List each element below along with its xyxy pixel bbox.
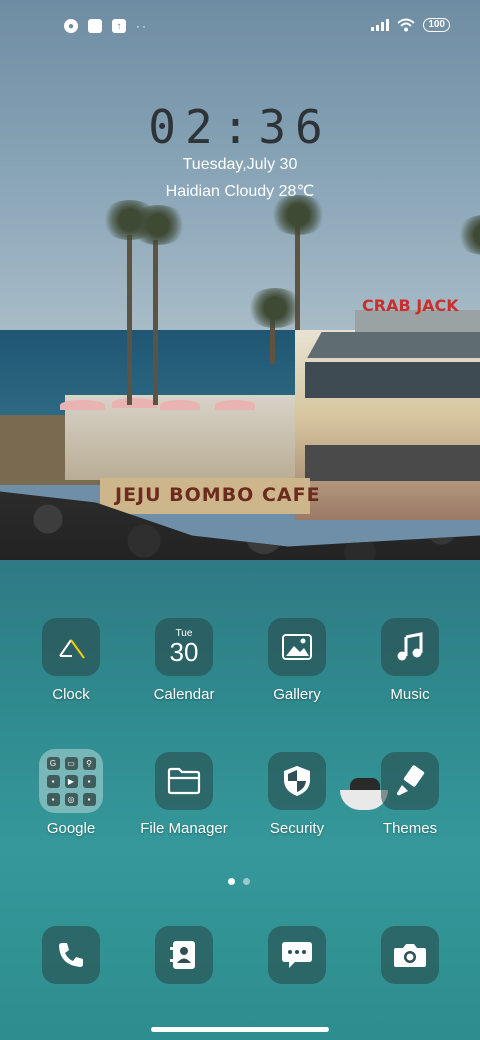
palm-frond xyxy=(268,195,328,235)
wallpaper-umbrella xyxy=(112,398,157,408)
folder-app-icon: ▪ xyxy=(46,774,60,788)
app-label: Gallery xyxy=(273,686,321,703)
folder-app-icon: ▭ xyxy=(64,756,78,770)
calendar-date: 30 xyxy=(169,637,199,667)
app-label: Clock xyxy=(52,686,90,703)
app-label: Security xyxy=(269,820,325,837)
status-system: 100 xyxy=(371,18,450,32)
dock-phone[interactable] xyxy=(16,926,126,984)
wallpaper-umbrella xyxy=(215,400,255,410)
battery-indicator: 100 xyxy=(423,18,450,32)
image-icon[interactable] xyxy=(268,618,326,676)
folder-app-icon: ◎ xyxy=(64,792,78,806)
app-themes[interactable]: Themes xyxy=(355,752,465,837)
palm-trunk xyxy=(153,240,158,405)
music-note-icon[interactable] xyxy=(381,618,439,676)
app-clock[interactable]: Clock xyxy=(16,618,126,703)
more-dots-icon: ·· xyxy=(136,19,148,33)
app-music[interactable]: Music xyxy=(355,618,465,703)
page-indicator[interactable] xyxy=(228,878,250,885)
app-file-manager[interactable]: File Manager xyxy=(129,752,239,837)
dock-contacts[interactable] xyxy=(129,926,239,984)
status-notifications: ● ↑ ·· xyxy=(64,19,148,33)
home-indicator[interactable] xyxy=(151,1027,329,1032)
folder-app-icon: ⚲ xyxy=(82,756,96,770)
paintbrush-icon[interactable] xyxy=(381,752,439,810)
page-dot[interactable] xyxy=(243,878,250,885)
clock-icon[interactable] xyxy=(42,618,100,676)
app-label: File Manager xyxy=(140,820,228,837)
folder-app-icon: ▪ xyxy=(46,792,60,806)
dock-camera[interactable] xyxy=(355,926,465,984)
contacts-icon[interactable] xyxy=(155,926,213,984)
dock-messages[interactable] xyxy=(242,926,352,984)
palm-frond xyxy=(128,205,188,245)
palm-frond xyxy=(245,288,305,328)
wallpaper-building xyxy=(295,330,480,520)
app-calendar[interactable]: Tue 30 Calendar xyxy=(129,618,239,703)
shield-icon[interactable] xyxy=(268,752,326,810)
app-label: Calendar xyxy=(153,686,215,703)
wallpaper-wall-text: JEJU BOMBO CAFE xyxy=(115,484,321,506)
app-gallery[interactable]: Gallery xyxy=(242,618,352,703)
folder-open-icon[interactable] xyxy=(155,752,213,810)
phone-icon[interactable] xyxy=(42,926,100,984)
wallpaper-windows xyxy=(305,362,480,398)
app-folder-google[interactable]: G ▭ ⚲ ▪ ▶ ▪ ▪ ◎ ▪ Google xyxy=(16,749,126,837)
app-notification-icon: ● xyxy=(64,19,78,33)
folder-app-icon: G xyxy=(46,756,60,770)
palm-trunk xyxy=(127,235,132,405)
folder-app-icon: ▪ xyxy=(82,774,96,788)
app-label: Google xyxy=(46,820,96,837)
messages-icon[interactable] xyxy=(268,926,326,984)
folder-app-icon: ▶ xyxy=(64,774,78,788)
app-security[interactable]: Security xyxy=(242,752,352,837)
clock-widget-time[interactable]: 02:36 xyxy=(0,100,480,154)
camera-icon[interactable] xyxy=(381,926,439,984)
clock-widget-date[interactable]: Tuesday,July 30 xyxy=(0,156,480,174)
page-dot-active[interactable] xyxy=(228,878,235,885)
signal-icon xyxy=(371,19,390,31)
wallpaper-sign: CRAB JACK xyxy=(362,296,459,315)
square-notification-icon xyxy=(88,19,102,33)
wallpaper-windows-lower xyxy=(305,445,480,481)
calendar-icon[interactable]: Tue 30 xyxy=(155,618,213,676)
wallpaper-roof xyxy=(307,332,480,358)
clock-widget-weather[interactable]: Haidian Cloudy 28℃ xyxy=(0,181,480,201)
wallpaper-umbrella xyxy=(160,400,200,410)
status-bar: ● ↑ ·· 100 xyxy=(0,0,480,56)
app-label: Themes xyxy=(382,820,438,837)
app-label: Music xyxy=(390,686,430,703)
wifi-icon xyxy=(397,18,415,32)
folder-app-icon: ▪ xyxy=(82,792,96,806)
wallpaper-umbrella xyxy=(60,400,105,410)
folder-icon[interactable]: G ▭ ⚲ ▪ ▶ ▪ ▪ ◎ ▪ xyxy=(39,749,103,813)
upload-icon: ↑ xyxy=(112,19,126,33)
